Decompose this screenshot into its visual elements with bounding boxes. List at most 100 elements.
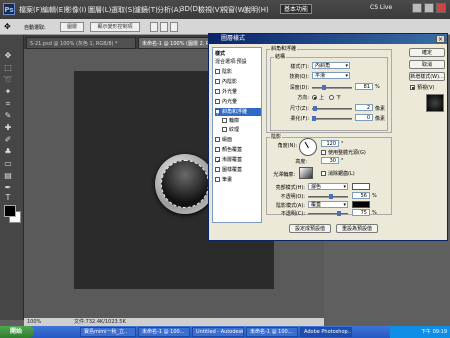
pen-icon[interactable]: ✒ [3, 183, 13, 193]
checkbox[interactable] [215, 177, 220, 182]
highlight-color-swatch[interactable] [352, 183, 370, 190]
menu-view[interactable]: 檢視(V) [198, 5, 222, 15]
taskbar-item-active[interactable]: Adobe Photoshop... [300, 327, 352, 337]
style-item-color-overlay[interactable]: 顏色覆蓋 [215, 146, 261, 154]
checkbox[interactable] [215, 89, 220, 94]
altitude-input[interactable]: 30 [321, 157, 339, 164]
reset-default-button[interactable]: 重設為預設值 [336, 224, 378, 233]
marquee-icon[interactable]: ⬚ [3, 63, 13, 73]
style-select[interactable]: 內斜角 [312, 62, 350, 69]
anti-aliased-checkbox[interactable] [321, 171, 326, 176]
direction-down-radio[interactable] [329, 95, 334, 100]
align-middle-icon[interactable] [160, 22, 168, 32]
shadow-opacity-input[interactable]: 75 [352, 209, 370, 216]
global-light-checkbox[interactable] [321, 150, 326, 155]
depth-slider-knob[interactable] [322, 85, 326, 90]
highlight-mode-select[interactable]: 濾色 [308, 183, 348, 190]
checkbox[interactable] [222, 127, 227, 132]
blending-options-item[interactable]: 混合選項:預設 [215, 58, 261, 66]
size-slider[interactable] [312, 106, 352, 111]
taskbar-item[interactable]: 未命名-1 @ 100... [246, 327, 298, 337]
shadow-color-swatch[interactable] [352, 201, 370, 208]
checkbox-checked[interactable]: ✓ [215, 157, 220, 165]
workspace-button[interactable]: 基本功能 [280, 4, 312, 14]
style-item-texture[interactable]: 紋理 [222, 126, 261, 134]
style-item-bevel-emboss[interactable]: ✓ 斜角和浮雕 [215, 108, 261, 117]
eraser-icon[interactable]: ▭ [3, 159, 13, 169]
gloss-contour-preview[interactable] [299, 167, 313, 179]
move-icon[interactable]: ✥ [3, 51, 13, 61]
style-item-stroke[interactable]: 筆畫 [215, 176, 261, 184]
auto-select-checkbox[interactable]: 自動選取: [24, 24, 46, 31]
minimize-icon[interactable] [412, 3, 422, 13]
style-item-satin[interactable]: 緞面 [215, 136, 261, 144]
technique-select[interactable]: 平滑 [312, 72, 350, 79]
crop-icon[interactable]: ⌗ [3, 99, 13, 109]
highlight-opacity-knob[interactable] [329, 194, 333, 199]
style-item-pattern-overlay[interactable]: 圖樣覆蓋 [215, 166, 261, 174]
style-item-contour[interactable]: 輪廓 [222, 117, 261, 125]
size-slider-knob[interactable] [313, 106, 317, 111]
depth-input[interactable]: 81 [355, 83, 373, 90]
angle-dial[interactable] [299, 138, 317, 156]
highlight-opacity-input[interactable]: 56 [352, 192, 370, 199]
style-item-gradient-overlay[interactable]: ✓ 漸層覆蓋 [215, 156, 261, 165]
style-item-inner-shadow[interactable]: 內陰影 [215, 78, 261, 86]
shadow-opacity-knob[interactable] [337, 211, 341, 216]
brush-icon[interactable]: ✐ [3, 135, 13, 145]
taskbar-item[interactable]: 寶島mimi一秋_立.. [80, 327, 136, 337]
cs-live-button[interactable]: CS Live [370, 4, 392, 11]
make-default-button[interactable]: 設定成預設值 [289, 224, 331, 233]
menu-filter[interactable]: 濾鏡(T) [134, 5, 158, 15]
highlight-opacity-slider[interactable] [308, 194, 348, 199]
menu-analysis[interactable]: 分析(A) [157, 5, 181, 15]
tab-document-1[interactable]: 5-21.psd @ 100% (灰色 1, RGB/8) * [26, 37, 136, 49]
checkbox[interactable] [215, 167, 220, 172]
stamp-icon[interactable]: ♣ [3, 147, 13, 157]
style-item-drop-shadow[interactable]: 陰影 [215, 68, 261, 76]
style-item-inner-glow[interactable]: 內光暈 [215, 98, 261, 106]
ok-button[interactable]: 確定 [409, 48, 445, 57]
menu-file[interactable]: 檔案(F) [19, 5, 43, 15]
direction-up-radio[interactable] [312, 95, 317, 100]
soften-slider[interactable] [312, 116, 352, 121]
taskbar-item[interactable]: 未命名-1 @ 100... [138, 327, 190, 337]
system-tray-clock[interactable]: 下午 09:19 [390, 326, 450, 338]
checkbox-checked[interactable]: ✓ [215, 109, 220, 117]
shadow-opacity-slider[interactable] [308, 211, 348, 216]
move-tool-icon[interactable]: ✥ [4, 22, 11, 31]
new-style-button[interactable]: 新增樣式(W)... [409, 72, 445, 81]
soften-slider-knob[interactable] [312, 116, 316, 121]
eyedropper-icon[interactable]: ✎ [3, 111, 13, 121]
show-transform-checkbox[interactable]: 顯示變形控制項 [90, 22, 140, 32]
align-bottom-icon[interactable] [170, 22, 178, 32]
style-item-outer-glow[interactable]: 外光暈 [215, 88, 261, 96]
layer-select[interactable]: 圖層 [60, 22, 84, 32]
align-top-icon[interactable] [150, 22, 158, 32]
preview-checkbox[interactable] [410, 85, 415, 90]
magic-wand-icon[interactable]: ✦ [3, 87, 13, 97]
close-icon[interactable] [436, 3, 446, 13]
size-input[interactable]: 2 [355, 104, 373, 111]
maximize-icon[interactable] [424, 3, 434, 13]
cancel-button[interactable]: 取消 [409, 60, 445, 69]
menu-help[interactable]: 說明(H) [244, 5, 269, 15]
checkbox[interactable] [222, 118, 227, 123]
checkbox[interactable] [215, 147, 220, 152]
shadow-mode-select[interactable]: 覆蓋 [308, 201, 348, 208]
checkbox[interactable] [215, 79, 220, 84]
zoom-level[interactable]: 100% [27, 318, 41, 326]
dialog-close-icon[interactable]: × [436, 35, 445, 43]
soften-input[interactable]: 0 [355, 114, 373, 121]
menu-image[interactable]: 影像(I) [65, 5, 87, 15]
menu-edit[interactable]: 編輯(E) [42, 5, 66, 15]
checkbox[interactable] [215, 69, 220, 74]
gradient-icon[interactable]: ▤ [3, 171, 13, 181]
menu-layer[interactable]: 圖層(L) [88, 5, 111, 15]
start-button[interactable]: 開始 [0, 326, 34, 338]
lasso-icon[interactable]: ➰ [3, 75, 13, 85]
foreground-color-swatch[interactable] [4, 205, 16, 217]
angle-input[interactable]: 120 [321, 140, 339, 147]
menu-select[interactable]: 選取(S) [111, 5, 135, 15]
type-icon[interactable]: T [3, 193, 13, 203]
